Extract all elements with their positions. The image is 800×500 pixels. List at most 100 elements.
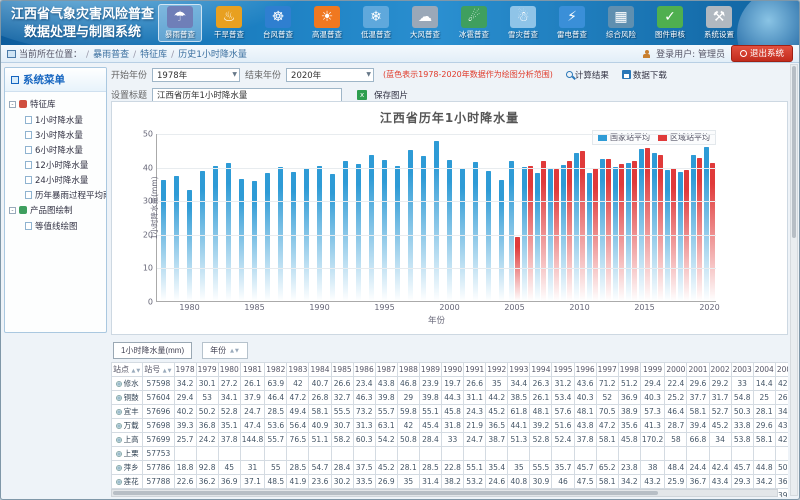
column-header-year[interactable]: 1994	[530, 363, 552, 377]
radio-icon[interactable]	[116, 465, 122, 471]
radio-icon[interactable]	[116, 423, 122, 429]
column-header-year[interactable]: 1999	[640, 363, 664, 377]
table-row[interactable]: 莲花5778822.636.236.937.148.541.923.630.23…	[112, 475, 789, 489]
toolbar-item-rainstorm[interactable]: ☂暴雨普查	[158, 4, 202, 42]
expand-icon[interactable]: -	[9, 207, 16, 214]
hscroll-thumb[interactable]	[113, 491, 658, 495]
end-year-select[interactable]: 2020年 ▼	[286, 68, 374, 82]
column-header-year[interactable]: 1979	[196, 363, 218, 377]
column-header-year[interactable]: 1984	[309, 363, 331, 377]
table-row[interactable]: 铜鼓5760429.45334.137.946.447.226.832.746.…	[112, 391, 789, 405]
radio-icon[interactable]	[116, 381, 122, 387]
toolbar-item-risk-calc[interactable]: ▦综合风险	[599, 4, 643, 42]
column-header-year[interactable]: 2004	[753, 363, 775, 377]
value-cell: 45.8	[442, 405, 464, 419]
tree-leaf-6小时降水量[interactable]: 6小时降水量	[7, 142, 104, 157]
toolbar-item-wind[interactable]: ☁大风普查	[403, 4, 447, 42]
column-header-year[interactable]: 1978	[174, 363, 196, 377]
column-header-year[interactable]: 1982	[265, 363, 287, 377]
station-name-cell[interactable]: 修水	[112, 377, 143, 391]
table-row[interactable]: 修水5759834.230.127.226.163.94240.726.623.…	[112, 377, 789, 391]
column-header-year[interactable]: 1985	[331, 363, 353, 377]
breadcrumb-item[interactable]: 特征库	[140, 50, 167, 60]
column-header-year[interactable]: 1990	[442, 363, 464, 377]
tree-leaf-12小时降水量[interactable]: 12小时降水量	[7, 157, 104, 172]
bar-group-1991	[326, 134, 339, 301]
station-name-cell[interactable]: 上栗	[112, 447, 143, 461]
station-name-cell[interactable]: 万载	[112, 419, 143, 433]
column-header-year[interactable]: 2003	[731, 363, 753, 377]
toolbar-item-cold[interactable]: ❄低温普查	[354, 4, 398, 42]
column-header-year[interactable]: 1987	[375, 363, 397, 377]
station-name-cell[interactable]: 上高	[112, 433, 143, 447]
logout-button[interactable]: 退出系统	[731, 45, 793, 62]
column-header-year[interactable]: 1988	[397, 363, 419, 377]
table-row[interactable]: 万载5769839.336.835.147.453.656.440.930.73…	[112, 419, 789, 433]
radio-icon[interactable]	[116, 395, 122, 401]
radio-icon[interactable]	[116, 479, 122, 485]
toolbar-item-heat[interactable]: ☀高温普查	[305, 4, 349, 42]
tree-leaf-1小时降水量[interactable]: 1小时降水量	[7, 112, 104, 127]
column-header-year[interactable]: 1997	[596, 363, 618, 377]
data-download-button[interactable]: 数据下载	[622, 69, 667, 81]
chart-title-input[interactable]: 江西省历年1小时降水量	[152, 88, 342, 102]
column-header-year[interactable]: 1992	[486, 363, 508, 377]
column-header-year[interactable]: 2001	[687, 363, 709, 377]
tree-leaf-24小时降水量[interactable]: 24小时降水量	[7, 172, 104, 187]
column-header-year[interactable]: 1981	[240, 363, 264, 377]
column-header-year[interactable]: 1991	[464, 363, 486, 377]
column-header-year[interactable]: 2005	[775, 363, 788, 377]
station-name-cell[interactable]: 铜鼓	[112, 391, 143, 405]
column-header-station[interactable]: 站点 ▲▼	[112, 363, 143, 377]
table-row[interactable]: 宜丰5769640.250.252.824.728.549.458.155.57…	[112, 405, 789, 419]
unit-button[interactable]: 1小时降水量(mm)	[113, 342, 192, 359]
vscroll-thumb[interactable]	[792, 66, 796, 238]
tree-node-产品图绘制[interactable]: -产品图绘制	[7, 202, 104, 218]
column-header-year[interactable]: 1989	[419, 363, 441, 377]
horizontal-scrollbar[interactable]	[111, 489, 778, 497]
column-header-year[interactable]: 1996	[574, 363, 596, 377]
radio-icon[interactable]	[116, 409, 122, 415]
toolbar-item-hail[interactable]: ☄冰雹普查	[452, 4, 496, 42]
column-header-year[interactable]: 1986	[353, 363, 375, 377]
breadcrumb-item[interactable]: 暴雨普查	[93, 50, 129, 60]
station-name-cell[interactable]: 萍乡	[112, 461, 143, 475]
radio-icon[interactable]	[116, 437, 122, 443]
tree-leaf-等值线绘图[interactable]: 等值线绘图	[7, 218, 104, 233]
calc-result-button[interactable]: 计算结果	[566, 69, 609, 81]
toolbar-item-drought[interactable]: ♨干旱普查	[207, 4, 251, 42]
toolbar-item-settings[interactable]: ⚒系统设置	[697, 4, 741, 42]
column-header-station-id[interactable]: 站号 ▲▼	[143, 363, 174, 377]
station-name-cell[interactable]: 宜丰	[112, 405, 143, 419]
toolbar-item-map-review[interactable]: ✓图件审核	[648, 4, 692, 42]
column-header-year[interactable]: 1998	[618, 363, 640, 377]
tree-leaf-历年暴雨过程平均雨量[interactable]: 历年暴雨过程平均雨量	[7, 187, 104, 202]
toolbar-item-snow[interactable]: ☃雪灾普查	[501, 4, 545, 42]
radio-icon[interactable]	[116, 451, 122, 457]
bar-national	[509, 161, 514, 301]
column-header-year[interactable]: 1995	[552, 363, 574, 377]
column-header-year[interactable]: 2002	[709, 363, 731, 377]
breadcrumb-item[interactable]: 历史1小时降水量	[178, 50, 247, 60]
bar-group-2018	[677, 134, 690, 301]
table-row[interactable]: 上高5769925.724.237.8144.855.776.551.158.2…	[112, 433, 789, 447]
station-name-cell[interactable]: 莲花	[112, 475, 143, 489]
table-row[interactable]: 上栗57753	[112, 447, 789, 461]
save-image-button[interactable]: 保存图片	[374, 89, 408, 101]
year-sort-control[interactable]: 年份 ▲▼	[202, 342, 248, 359]
toolbar-item-lightning[interactable]: ⚡雷电普查	[550, 4, 594, 42]
tree-leaf-3小时降水量[interactable]: 3小时降水量	[7, 127, 104, 142]
column-header-year[interactable]: 2000	[665, 363, 687, 377]
start-year-select[interactable]: 1978年 ▼	[152, 68, 240, 82]
table-row[interactable]: 萍乡5778618.892.845315528.554.728.437.545.…	[112, 461, 789, 475]
value-cell: 45.7	[574, 461, 596, 475]
column-header-year[interactable]: 1980	[218, 363, 240, 377]
vertical-scrollbar[interactable]	[790, 64, 798, 496]
column-header-year[interactable]: 1983	[287, 363, 309, 377]
toolbar-item-typhoon[interactable]: ☸台风普查	[256, 4, 300, 42]
bar-national	[356, 164, 361, 301]
tree-node-特征库[interactable]: -特征库	[7, 96, 104, 112]
expand-icon[interactable]: -	[9, 101, 16, 108]
image-export-icon[interactable]: x	[357, 90, 367, 100]
column-header-year[interactable]: 1993	[508, 363, 530, 377]
